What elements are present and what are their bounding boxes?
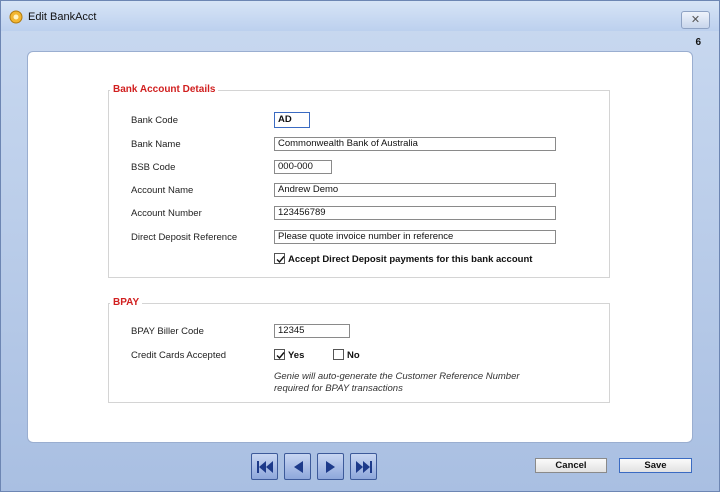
account-name-input[interactable]: Andrew Demo bbox=[274, 183, 556, 197]
title-bar: Edit BankAcct ✕ bbox=[1, 1, 719, 31]
bpay-legend: BPAY bbox=[110, 297, 143, 308]
checkmark-icon bbox=[276, 256, 285, 264]
previous-record-button[interactable] bbox=[284, 453, 311, 480]
previous-record-icon bbox=[294, 461, 303, 473]
credit-cards-yes-label: Yes bbox=[288, 350, 305, 361]
close-button[interactable]: ✕ bbox=[681, 11, 710, 29]
cancel-button[interactable]: Cancel bbox=[535, 458, 607, 473]
credit-cards-no-label: No bbox=[347, 350, 360, 361]
bpay-biller-code-label: BPAY Biller Code bbox=[131, 326, 204, 337]
credit-cards-no-checkbox[interactable] bbox=[333, 349, 344, 360]
next-record-button[interactable] bbox=[317, 453, 344, 480]
bpay-note-line-1: Genie will auto-generate the Customer Re… bbox=[274, 371, 520, 382]
last-record-icon bbox=[356, 461, 372, 473]
credit-cards-accepted-label: Credit Cards Accepted bbox=[131, 350, 227, 361]
bsb-code-input[interactable]: 000-000 bbox=[274, 160, 332, 174]
next-record-icon bbox=[326, 461, 335, 473]
form-panel: Bank Account Details Bank Code AD Bank N… bbox=[27, 51, 693, 443]
bank-code-input[interactable]: AD bbox=[274, 112, 310, 128]
record-number: 6 bbox=[695, 37, 701, 48]
credit-cards-yes-checkbox[interactable] bbox=[274, 349, 285, 360]
account-number-label: Account Number bbox=[131, 208, 202, 219]
last-record-button[interactable] bbox=[350, 453, 377, 480]
bsb-code-label: BSB Code bbox=[131, 162, 176, 173]
bpay-biller-code-input[interactable]: 12345 bbox=[274, 324, 350, 338]
first-record-button[interactable] bbox=[251, 453, 278, 480]
bank-name-input[interactable]: Commonwealth Bank of Australia bbox=[274, 137, 556, 151]
save-button[interactable]: Save bbox=[619, 458, 692, 473]
accept-direct-deposit-checkbox[interactable] bbox=[274, 253, 285, 264]
bank-code-label: Bank Code bbox=[131, 115, 179, 126]
direct-deposit-reference-label: Direct Deposit Reference bbox=[131, 232, 238, 243]
close-icon: ✕ bbox=[690, 14, 701, 26]
bank-account-details-legend: Bank Account Details bbox=[110, 84, 219, 95]
accept-direct-deposit-label: Accept Direct Deposit payments for this … bbox=[288, 254, 533, 265]
app-icon bbox=[9, 10, 23, 24]
edit-bankacct-window: Edit BankAcct ✕ 6 Bank Account Details B… bbox=[0, 0, 720, 492]
checkmark-icon bbox=[276, 352, 285, 360]
direct-deposit-reference-input[interactable]: Please quote invoice number in reference bbox=[274, 230, 556, 244]
account-name-label: Account Name bbox=[131, 185, 194, 196]
window-title: Edit BankAcct bbox=[28, 11, 97, 23]
bpay-note-line-2: required for BPAY transactions bbox=[274, 383, 403, 394]
account-number-input[interactable]: 123456789 bbox=[274, 206, 556, 220]
first-record-icon bbox=[257, 461, 273, 473]
bank-name-label: Bank Name bbox=[131, 139, 181, 150]
